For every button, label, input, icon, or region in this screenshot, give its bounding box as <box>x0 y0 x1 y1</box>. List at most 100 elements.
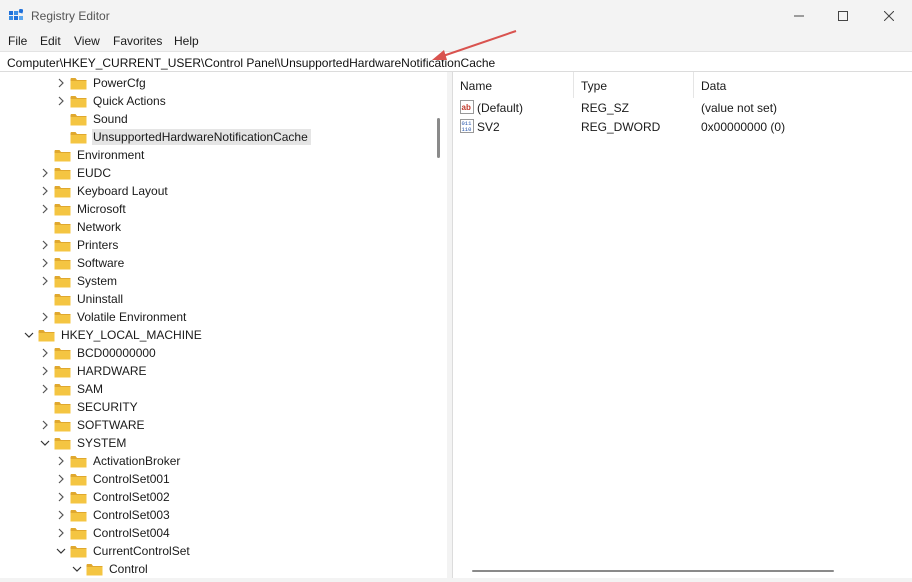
chevron-right-icon[interactable] <box>38 362 52 380</box>
chevron-right-icon[interactable] <box>38 182 52 200</box>
tree-item[interactable]: Software <box>38 254 127 272</box>
folder-icon <box>86 563 103 576</box>
chevron-down-icon[interactable] <box>70 560 84 578</box>
tree-item-label: Sound <box>93 112 128 126</box>
tree-item[interactable]: Control <box>70 560 151 578</box>
address-path[interactable]: Computer\HKEY_CURRENT_USER\Control Panel… <box>7 56 495 70</box>
chevron-right-icon[interactable] <box>38 272 52 290</box>
menu-favorites[interactable]: Favorites <box>113 34 162 48</box>
tree-item[interactable]: Microsoft <box>38 200 129 218</box>
tree-item-label: HKEY_LOCAL_MACHINE <box>61 328 202 342</box>
chevron-right-icon[interactable] <box>38 416 52 434</box>
tree-item-label: UnsupportedHardwareNotificationCache <box>92 129 311 145</box>
tree-item[interactable]: EUDC <box>38 164 114 182</box>
tree-item[interactable]: SOFTWARE <box>38 416 148 434</box>
tree-item-label: Network <box>77 220 122 234</box>
tree-item[interactable]: Sound <box>54 110 131 128</box>
tree-item[interactable]: CurrentControlSet <box>54 542 193 560</box>
column-header-data[interactable]: Data <box>694 72 912 98</box>
chevron-right-icon[interactable] <box>38 380 52 398</box>
tree-item[interactable]: Uninstall <box>38 290 126 308</box>
minimize-button[interactable] <box>776 0 822 31</box>
tree-item[interactable]: ControlSet003 <box>54 506 173 524</box>
menu-file[interactable]: File <box>8 34 27 48</box>
tree-item[interactable]: Quick Actions <box>54 92 169 110</box>
tree-item[interactable]: Keyboard Layout <box>38 182 171 200</box>
tree-item[interactable]: Printers <box>38 236 121 254</box>
menu-bar: File Edit View Favorites Help <box>0 31 912 51</box>
tree-item[interactable]: SAM <box>38 380 106 398</box>
chevron-right-icon[interactable] <box>38 200 52 218</box>
chevron-right-icon[interactable] <box>38 254 52 272</box>
chevron-right-icon[interactable] <box>38 236 52 254</box>
chevron-right-icon[interactable] <box>54 92 68 110</box>
menu-view[interactable]: View <box>74 34 100 48</box>
tree-item-label: SOFTWARE <box>77 418 145 432</box>
tree-item-label: ControlSet003 <box>93 508 170 522</box>
column-header-type[interactable]: Type <box>574 72 694 98</box>
values-list[interactable]: Name Type Data ab (Default) REG_SZ (value n… <box>452 72 912 578</box>
tree-scroll-thumb[interactable] <box>437 118 440 158</box>
folder-icon <box>70 509 87 522</box>
chevron-right-icon[interactable] <box>54 506 68 524</box>
folder-icon <box>54 167 71 180</box>
address-bar[interactable]: Computer\HKEY_CURRENT_USER\Control Panel… <box>0 51 912 72</box>
tree-item[interactable]: ControlSet004 <box>54 524 173 542</box>
value-data: 0x00000000 (0) <box>701 120 786 134</box>
folder-icon <box>54 437 71 450</box>
value-row[interactable]: 011 110 SV2 REG_DWORD 0x00000000 (0) <box>453 117 912 136</box>
menu-edit[interactable]: Edit <box>40 34 61 48</box>
tree-item-label: SYSTEM <box>77 436 127 450</box>
tree-item[interactable]: ControlSet002 <box>54 488 173 506</box>
chevron-down-icon[interactable] <box>22 326 36 344</box>
tree-item[interactable]: HKEY_LOCAL_MACHINE <box>22 326 205 344</box>
tree-item-label: Volatile Environment <box>77 310 187 324</box>
tree-item[interactable]: HARDWARE <box>38 362 150 380</box>
chevron-right-icon[interactable] <box>38 344 52 362</box>
tree-item[interactable]: UnsupportedHardwareNotificationCache <box>54 128 311 146</box>
tree-item[interactable]: ActivationBroker <box>54 452 183 470</box>
tree-item[interactable]: SYSTEM <box>38 434 129 452</box>
folder-icon <box>70 113 87 126</box>
values-horizontal-scroll-thumb[interactable] <box>472 570 834 572</box>
chevron-right-icon[interactable] <box>38 164 52 182</box>
key-tree[interactable]: PowerCfg Quick Actions Sound UnsupportedHar… <box>0 72 447 578</box>
folder-icon <box>54 203 71 216</box>
tree-item[interactable]: SECURITY <box>38 398 141 416</box>
tree-item-label: SAM <box>77 382 104 396</box>
folder-icon <box>70 131 87 144</box>
chevron-right-icon[interactable] <box>54 524 68 542</box>
maximize-button[interactable] <box>820 0 866 31</box>
folder-icon <box>70 77 87 90</box>
column-header-name[interactable]: Name <box>453 72 574 98</box>
folder-icon <box>54 185 71 198</box>
menu-help[interactable]: Help <box>174 34 199 48</box>
chevron-right-icon[interactable] <box>54 452 68 470</box>
value-row[interactable]: ab (Default) REG_SZ (value not set) <box>453 98 912 117</box>
tree-item[interactable]: Network <box>38 218 124 236</box>
tree-item[interactable]: ControlSet001 <box>54 470 173 488</box>
tree-item-label: CurrentControlSet <box>93 544 190 558</box>
tree-item[interactable]: PowerCfg <box>54 74 149 92</box>
tree-item[interactable]: BCD00000000 <box>38 344 159 362</box>
close-button[interactable] <box>866 0 912 31</box>
chevron-down-icon[interactable] <box>54 542 68 560</box>
chevron-right-icon[interactable] <box>54 488 68 506</box>
value-type: REG_DWORD <box>581 120 661 134</box>
chevron-down-icon[interactable] <box>38 434 52 452</box>
tree-item[interactable]: Environment <box>38 146 147 164</box>
tree-item[interactable]: Volatile Environment <box>38 308 189 326</box>
tree-item-label: EUDC <box>77 166 112 180</box>
folder-icon <box>54 347 71 360</box>
tree-item-label: System <box>77 274 118 288</box>
chevron-right-icon[interactable] <box>54 470 68 488</box>
chevron-right-icon[interactable] <box>54 74 68 92</box>
tree-item-label: Control <box>109 562 148 576</box>
tree-item[interactable]: System <box>38 272 120 290</box>
svg-text:110: 110 <box>462 126 472 133</box>
folder-icon <box>54 401 71 414</box>
window-title: Registry Editor <box>31 9 110 23</box>
chevron-right-icon[interactable] <box>38 308 52 326</box>
